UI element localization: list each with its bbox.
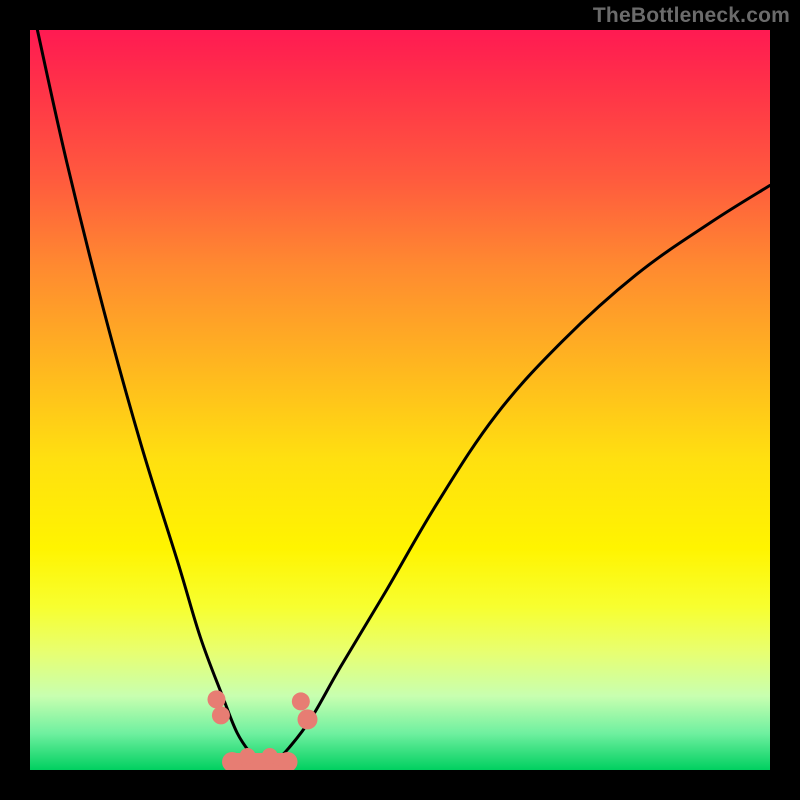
chart-frame: TheBottleneck.com: [0, 0, 800, 800]
minimum-marker: [207, 690, 317, 770]
bottleneck-curve: [37, 30, 770, 766]
curve-layer: [37, 30, 770, 766]
watermark-text: TheBottleneck.com: [593, 4, 790, 28]
chart-svg: [30, 30, 770, 770]
plot-area: [30, 30, 770, 770]
